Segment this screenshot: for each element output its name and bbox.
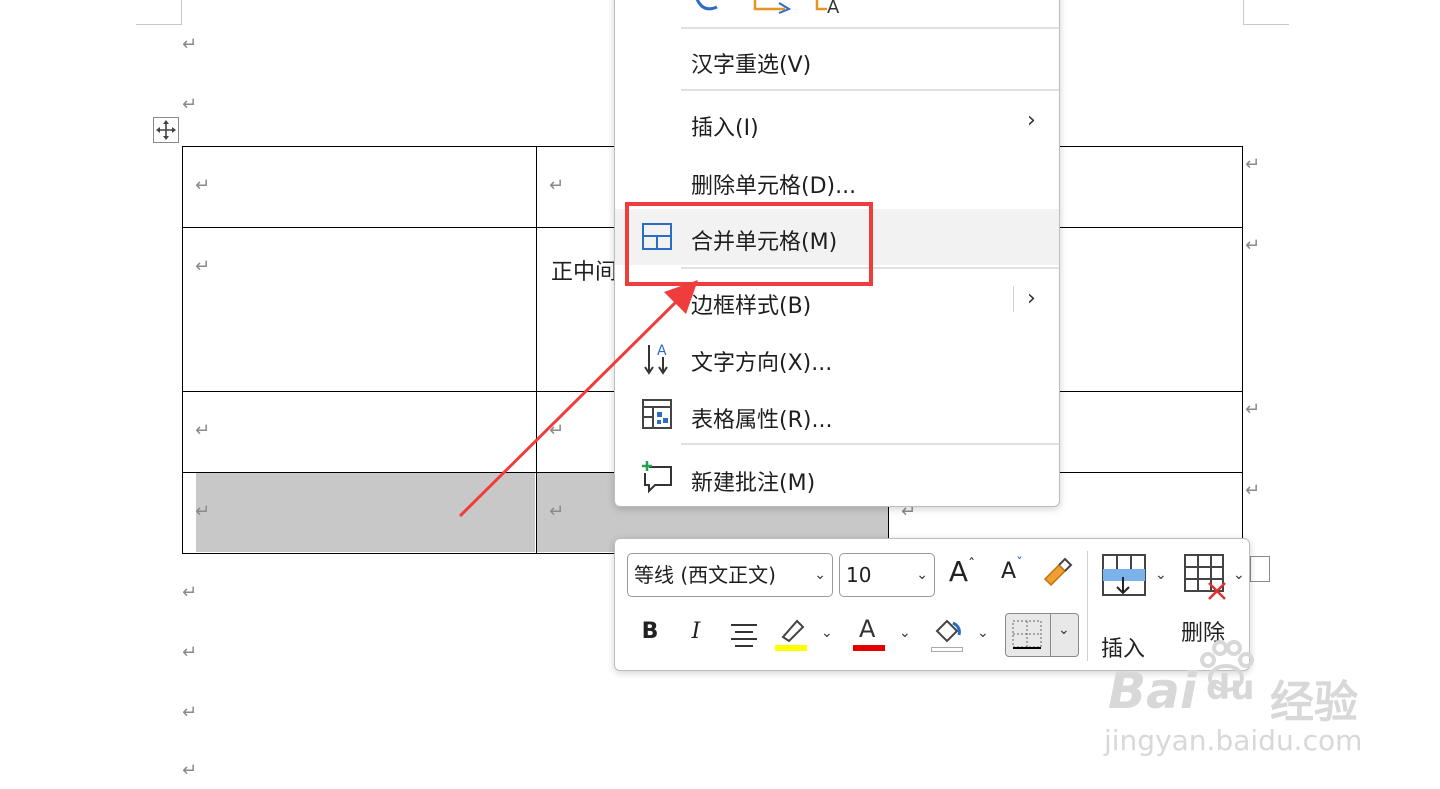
font-name-select[interactable]: 等线 (西文正文) ⌄ [627,553,833,597]
font-color-glyph: A [859,615,876,643]
highlight-color-swatch [775,645,807,651]
chevron-down-icon: ⌄ [1155,567,1167,583]
mini-toolbar: 等线 (西文正文) ⌄ 10 ⌄ Aˆ Aˇ B I ⌄ A ⌄ ⌄ ⌄ ⌄ 插… [614,538,1250,671]
borders-icon [1012,620,1042,649]
chevron-down-icon[interactable]: ⌄ [821,625,833,641]
borders-button[interactable]: ⌄ [1005,613,1079,657]
grow-font-icon: A [948,555,969,588]
shrink-font-button[interactable]: Aˇ [995,556,1029,591]
chevron-down-icon[interactable]: ⌄ [899,625,911,641]
chevron-down-icon: ⌄ [916,567,928,583]
watermark-brand-tail: du [1206,668,1255,708]
font-color-button[interactable]: A [853,615,887,651]
paint-bucket-icon [935,619,961,643]
insert-table-icon [1102,554,1146,596]
font-size-select[interactable]: 10 ⌄ [839,553,935,597]
shrink-font-icon: A [1000,559,1017,584]
borders-split-divider [1050,614,1051,656]
chevron-down-icon: ⌄ [1233,567,1245,583]
insert-rows-button[interactable]: ⌄ 插入 [1101,553,1171,662]
shading-button[interactable] [931,617,965,652]
toolbar-divider [1087,551,1088,661]
format-painter-icon[interactable] [1041,557,1073,589]
delete-table-icon [1184,554,1226,600]
highlight-color-button[interactable] [775,617,811,651]
bold-icon: B [641,619,659,644]
font-color-swatch [853,645,885,651]
highlighter-icon [781,619,805,643]
bold-button[interactable]: B [635,619,665,649]
grow-font-button[interactable]: Aˆ [945,555,979,591]
watermark-product: 经验 [1270,677,1358,728]
italic-button[interactable]: I [681,619,711,649]
chevron-down-icon: ⌄ [1058,622,1070,638]
watermark-url: jingyan.baidu.com [1104,724,1363,757]
font-name-value: 等线 (西文正文) [634,563,776,587]
italic-icon: I [691,619,701,644]
watermark-brand: Bai [1108,662,1197,720]
font-size-value: 10 [846,563,872,587]
chevron-down-icon: ⌄ [814,567,826,583]
shading-color-swatch [931,647,963,652]
center-align-icon[interactable] [729,621,759,649]
insert-label: 插入 [1101,637,1146,662]
chevron-down-icon[interactable]: ⌄ [977,625,989,641]
